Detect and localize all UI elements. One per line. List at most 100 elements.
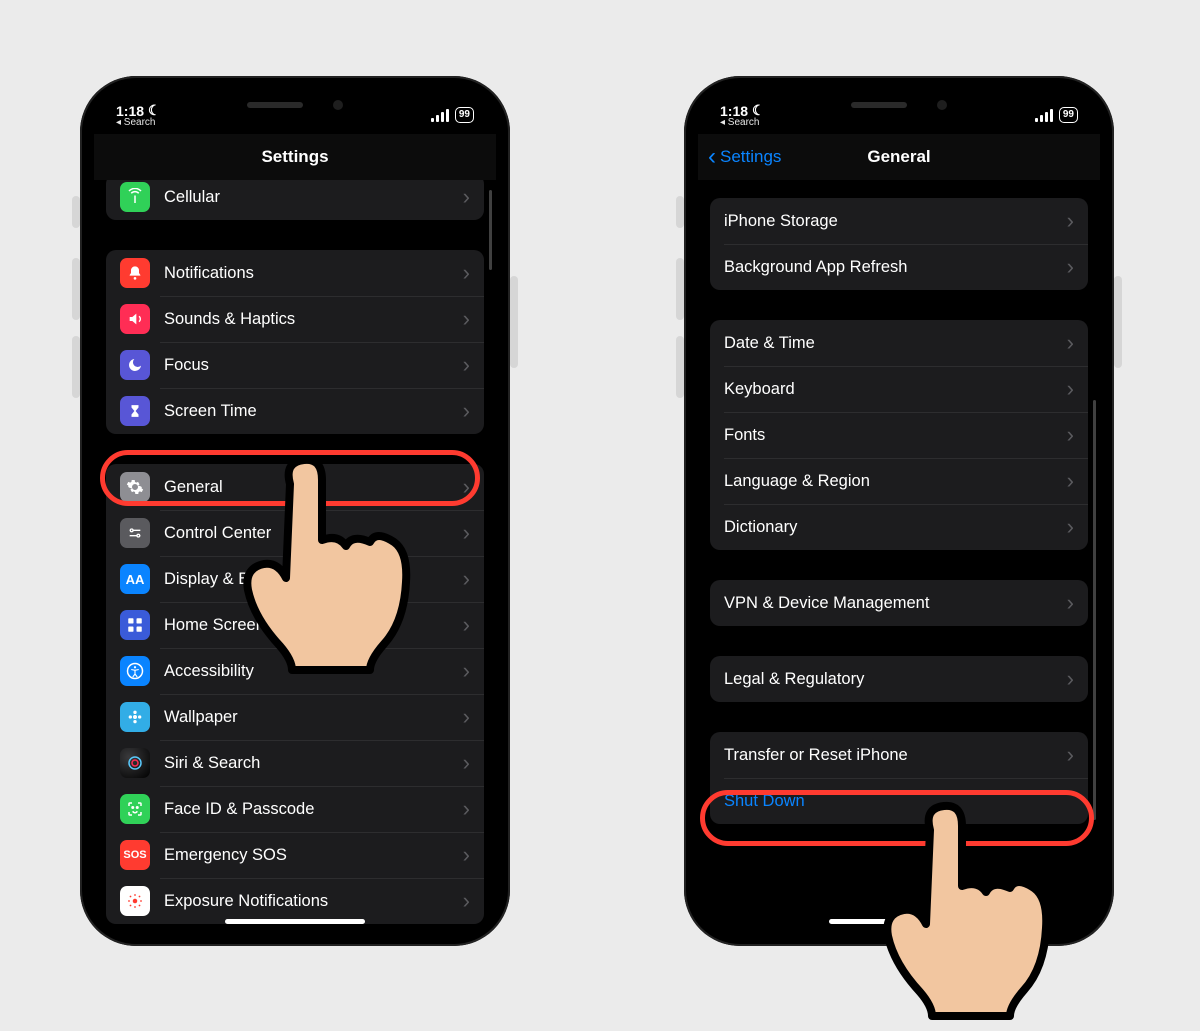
chevron-right-icon: › xyxy=(463,306,470,332)
silence-switch xyxy=(72,196,80,228)
app-grid-icon xyxy=(120,610,150,640)
row-display[interactable]: AA Display & Brightness › xyxy=(106,556,484,602)
row-label: Transfer or Reset iPhone xyxy=(724,746,1067,765)
chevron-right-icon: › xyxy=(463,520,470,546)
row-control-center[interactable]: Control Center › xyxy=(106,510,484,556)
screen-general: 1:18 ☾ ◂ Search 99 ‹ Settings General iP… xyxy=(698,90,1100,932)
battery-indicator: 99 xyxy=(1059,107,1078,123)
speaker-grille xyxy=(247,102,303,108)
row-focus[interactable]: Focus › xyxy=(106,342,484,388)
row-label: Display & Brightness xyxy=(164,570,463,589)
volume-up-button xyxy=(676,258,684,320)
chevron-right-icon: › xyxy=(1067,254,1074,280)
chevron-right-icon: › xyxy=(1067,666,1074,692)
row-general[interactable]: General › xyxy=(106,464,484,510)
siri-icon xyxy=(120,748,150,778)
breadcrumb-return[interactable]: ◂ Search xyxy=(720,117,759,128)
chevron-right-icon: › xyxy=(463,184,470,210)
row-wallpaper[interactable]: Wallpaper › xyxy=(106,694,484,740)
volume-up-button xyxy=(72,258,80,320)
row-date-time[interactable]: Date & Time › xyxy=(710,320,1088,366)
row-iphone-storage[interactable]: iPhone Storage › xyxy=(710,198,1088,244)
row-fonts[interactable]: Fonts › xyxy=(710,412,1088,458)
chevron-right-icon: › xyxy=(463,612,470,638)
chevron-right-icon: › xyxy=(463,842,470,868)
row-legal-regulatory[interactable]: Legal & Regulatory › xyxy=(710,656,1088,702)
row-label: Sounds & Haptics xyxy=(164,310,463,329)
chevron-right-icon: › xyxy=(463,352,470,378)
row-label: Cellular xyxy=(164,188,463,207)
row-vpn-device-management[interactable]: VPN & Device Management › xyxy=(710,580,1088,626)
row-home-screen[interactable]: Home Screen › xyxy=(106,602,484,648)
row-label: Home Screen xyxy=(164,616,463,635)
battery-indicator: 99 xyxy=(455,107,474,123)
chevron-right-icon: › xyxy=(1067,422,1074,448)
notch xyxy=(809,90,989,120)
chevron-right-icon: › xyxy=(1067,514,1074,540)
row-label: General xyxy=(164,478,463,497)
row-screentime[interactable]: Screen Time › xyxy=(106,388,484,434)
phone-mockup-right: 1:18 ☾ ◂ Search 99 ‹ Settings General iP… xyxy=(684,76,1114,946)
chevron-right-icon: › xyxy=(463,658,470,684)
row-sos[interactable]: SOS Emergency SOS › xyxy=(106,832,484,878)
row-siri[interactable]: Siri & Search › xyxy=(106,740,484,786)
row-label: Dictionary xyxy=(724,518,1067,537)
exposure-icon xyxy=(120,886,150,916)
row-label: Fonts xyxy=(724,426,1067,445)
chevron-right-icon: › xyxy=(1067,742,1074,768)
row-label: Control Center xyxy=(164,524,463,543)
general-list[interactable]: iPhone Storage › Background App Refresh … xyxy=(698,180,1100,932)
antenna-icon xyxy=(120,182,150,212)
row-cellular[interactable]: Cellular › xyxy=(106,180,484,220)
row-exposure[interactable]: Exposure Notifications › xyxy=(106,878,484,924)
row-notifications[interactable]: Notifications › xyxy=(106,250,484,296)
back-label: Settings xyxy=(720,147,781,167)
scroll-indicator[interactable] xyxy=(489,190,492,270)
home-indicator[interactable] xyxy=(225,919,365,924)
row-background-app-refresh[interactable]: Background App Refresh › xyxy=(710,244,1088,290)
moon-icon xyxy=(120,350,150,380)
front-camera xyxy=(333,100,343,110)
accessibility-icon xyxy=(120,656,150,686)
row-accessibility[interactable]: Accessibility › xyxy=(106,648,484,694)
row-label: Date & Time xyxy=(724,334,1067,353)
chevron-right-icon: › xyxy=(463,796,470,822)
row-dictionary[interactable]: Dictionary › xyxy=(710,504,1088,550)
bell-icon xyxy=(120,258,150,288)
row-label: Screen Time xyxy=(164,402,463,421)
row-label: Notifications xyxy=(164,264,463,283)
notch xyxy=(205,90,385,120)
settings-list[interactable]: Cellular › Notifications › Sounds & Hap xyxy=(94,180,496,932)
row-label: Siri & Search xyxy=(164,754,463,773)
silence-switch xyxy=(676,196,684,228)
row-label: Accessibility xyxy=(164,662,463,681)
breadcrumb-return[interactable]: ◂ Search xyxy=(116,117,155,128)
home-indicator[interactable] xyxy=(829,919,969,924)
nav-bar: ‹ Settings General xyxy=(698,134,1100,180)
page-title: Settings xyxy=(261,147,328,167)
back-button[interactable]: ‹ Settings xyxy=(708,134,781,180)
row-keyboard[interactable]: Keyboard › xyxy=(710,366,1088,412)
row-label: Exposure Notifications xyxy=(164,892,463,911)
row-sounds[interactable]: Sounds & Haptics › xyxy=(106,296,484,342)
chevron-right-icon: › xyxy=(1067,330,1074,356)
row-shut-down[interactable]: Shut Down xyxy=(710,778,1088,824)
speaker-grille xyxy=(851,102,907,108)
sliders-icon xyxy=(120,518,150,548)
chevron-left-icon: ‹ xyxy=(708,145,716,169)
power-button xyxy=(1114,276,1122,368)
row-faceid[interactable]: Face ID & Passcode › xyxy=(106,786,484,832)
gear-icon xyxy=(120,472,150,502)
row-language-region[interactable]: Language & Region › xyxy=(710,458,1088,504)
row-transfer-reset[interactable]: Transfer or Reset iPhone › xyxy=(710,732,1088,778)
chevron-right-icon: › xyxy=(1067,208,1074,234)
row-label: Shut Down xyxy=(724,792,1074,811)
sos-icon: SOS xyxy=(120,840,150,870)
row-label: Legal & Regulatory xyxy=(724,670,1067,689)
page-title: General xyxy=(867,147,930,167)
scroll-indicator[interactable] xyxy=(1093,400,1096,820)
chevron-right-icon: › xyxy=(1067,590,1074,616)
chevron-right-icon: › xyxy=(463,566,470,592)
row-label: Keyboard xyxy=(724,380,1067,399)
speaker-icon xyxy=(120,304,150,334)
